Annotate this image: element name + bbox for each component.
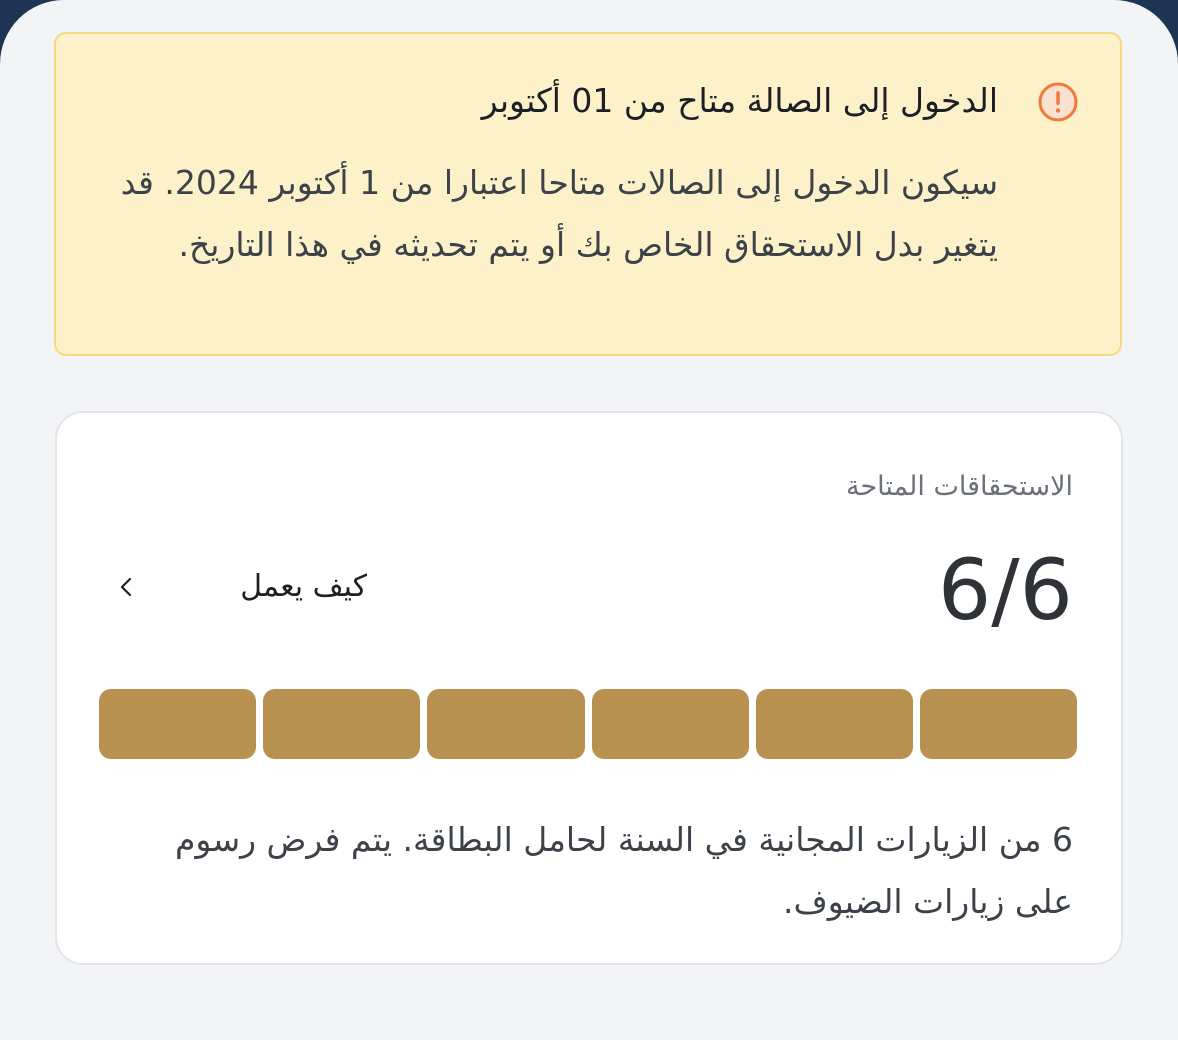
how-it-works-link[interactable]: كيف يعمل <box>107 559 367 615</box>
bottom-sheet: الدخول إلى الصالة متاح من 01 أكتوبر سيكو… <box>0 0 1178 1040</box>
entitlement-segment <box>427 689 585 759</box>
entitlement-segment <box>591 689 749 759</box>
entitlement-segment <box>263 689 421 759</box>
alert-title: الدخول إلى الصالة متاح من 01 أكتوبر <box>481 81 998 120</box>
entitlements-description: 6 من الزيارات المجانية في السنة لحامل ال… <box>174 820 1073 921</box>
entitlement-segment <box>919 689 1077 759</box>
lounge-access-alert: الدخول إلى الصالة متاح من 01 أكتوبر سيكو… <box>54 32 1122 356</box>
alert-message: سيكون الدخول إلى الصالات متاحا اعتبارا م… <box>120 163 998 264</box>
entitlement-segment <box>99 689 257 759</box>
entitlement-segment <box>755 689 913 759</box>
exclamation-circle-icon <box>1038 82 1078 122</box>
chevron-left-icon <box>120 577 132 597</box>
entitlements-count: 6/6 <box>937 541 1073 639</box>
entitlements-card: الاستحقاقات المتاحة 6/6 كيف يعمل 6 من ال… <box>55 411 1123 965</box>
entitlements-progress <box>99 689 1077 759</box>
how-it-works-label: كيف يعمل <box>240 569 367 604</box>
entitlements-label: الاستحقاقات المتاحة <box>846 471 1073 502</box>
